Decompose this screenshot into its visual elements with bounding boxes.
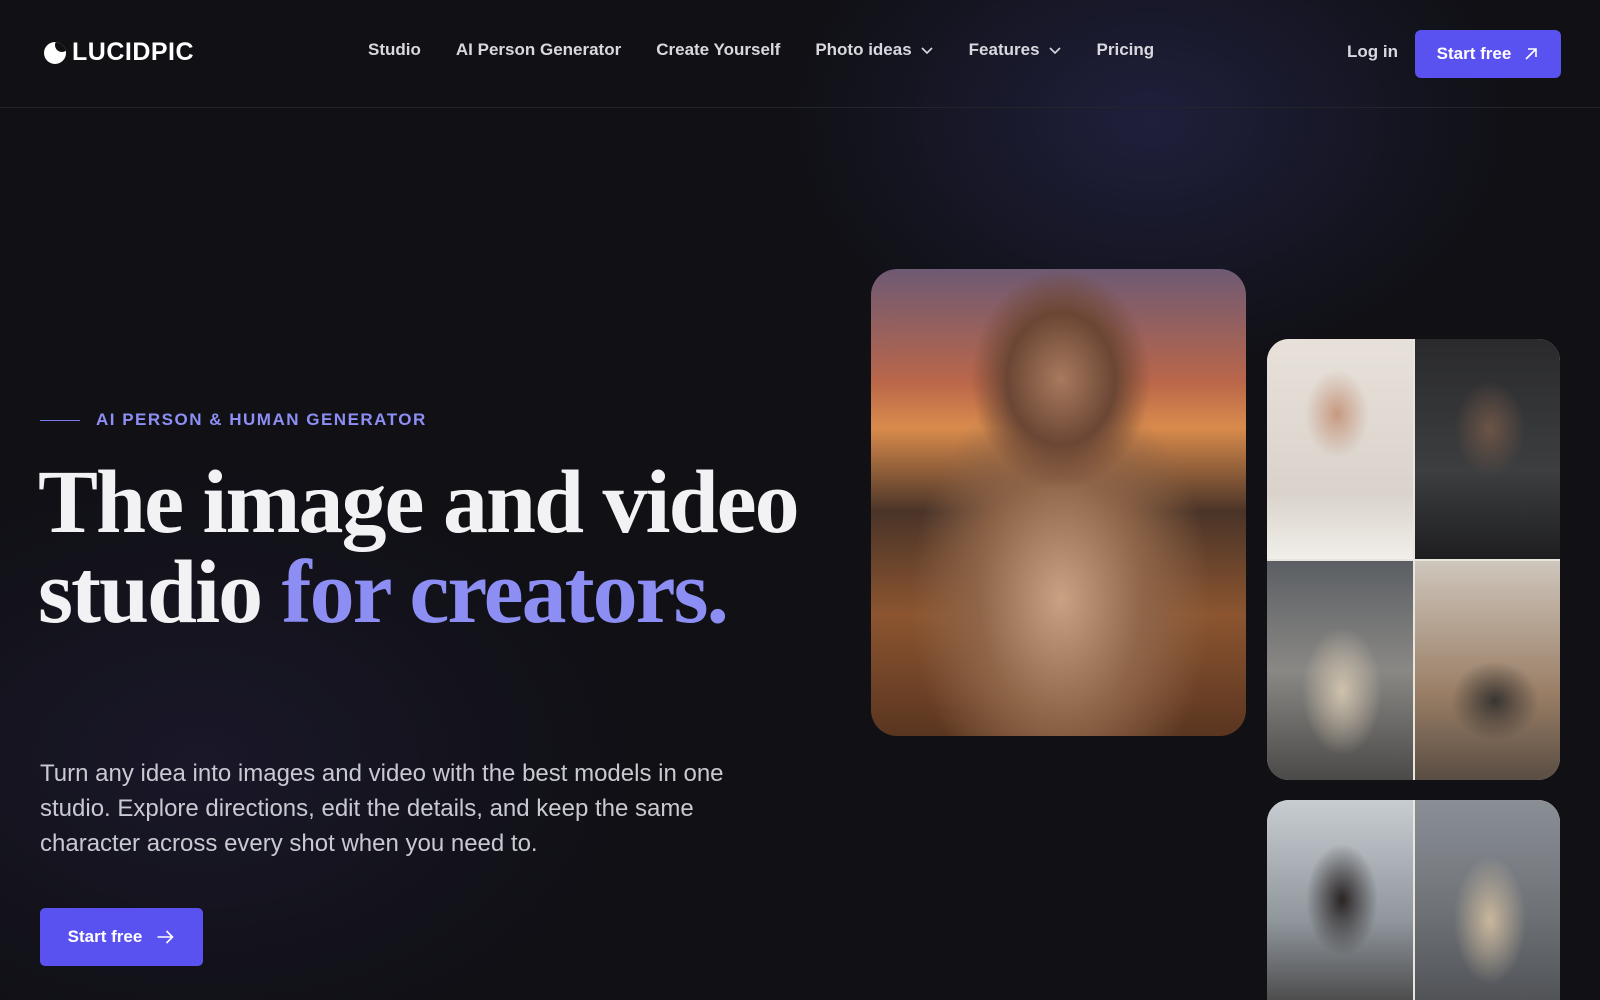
nav-item-pricing[interactable]: Pricing bbox=[1097, 40, 1155, 60]
hero-headline: The image and video studio for creators. bbox=[38, 458, 800, 638]
nav-item-label: Pricing bbox=[1096, 40, 1155, 59]
arrow-up-right-icon bbox=[1525, 48, 1538, 60]
chevron-down-icon bbox=[1048, 47, 1061, 55]
nav-item-label: Create Yourself bbox=[656, 40, 781, 59]
gallery-image bbox=[1267, 339, 1413, 559]
nav-item-ai-person-generator[interactable]: AI Person Generator bbox=[456, 40, 621, 60]
image-grid-primary bbox=[1267, 339, 1560, 780]
gallery-image bbox=[1267, 800, 1413, 1000]
button-label: Start free bbox=[1436, 44, 1512, 63]
nav-item-label: AI Person Generator bbox=[455, 40, 622, 59]
nav-item-label: Photo ideas bbox=[815, 40, 912, 59]
hero-description: Turn any idea into images and video with… bbox=[40, 760, 724, 857]
nav-item-create-yourself[interactable]: Create Yourself bbox=[656, 40, 780, 60]
eyebrow-divider bbox=[40, 419, 80, 421]
start-free-button-hero[interactable]: Start free bbox=[40, 908, 203, 966]
eyebrow-text: AI PERSON & HUMAN GENERATOR bbox=[96, 410, 427, 429]
login-link[interactable]: Log in bbox=[1347, 42, 1398, 62]
start-free-button-header[interactable]: Start free bbox=[1415, 30, 1561, 78]
site-header: LUCIDPIC Studio AI Person Generator Crea… bbox=[0, 0, 1600, 108]
hero-eyebrow: AI PERSON & HUMAN GENERATOR bbox=[40, 410, 427, 430]
gallery-image bbox=[1267, 560, 1413, 780]
logo-mark-icon bbox=[44, 41, 66, 64]
brand-name: LUCIDPIC bbox=[72, 38, 195, 66]
gallery-image bbox=[1414, 800, 1560, 1000]
arrow-right-icon bbox=[157, 930, 174, 944]
nav-item-studio[interactable]: Studio bbox=[368, 40, 421, 60]
image-grid-secondary bbox=[1267, 800, 1560, 1000]
nav-item-photo-ideas[interactable]: Photo ideas bbox=[815, 40, 933, 60]
nav-item-label: Studio bbox=[368, 40, 421, 59]
featured-portrait-image bbox=[871, 269, 1246, 736]
nav-item-features[interactable]: Features bbox=[969, 40, 1062, 60]
headline-accent: for creators. bbox=[281, 543, 729, 642]
gallery-image bbox=[1414, 339, 1560, 559]
main-nav: Studio AI Person Generator Create Yourse… bbox=[368, 40, 1189, 60]
gallery-image bbox=[1414, 560, 1560, 780]
chevron-down-icon bbox=[921, 47, 933, 55]
nav-item-label: Features bbox=[968, 40, 1040, 59]
button-label: Start free bbox=[67, 927, 143, 946]
brand-logo[interactable]: LUCIDPIC bbox=[44, 38, 194, 67]
